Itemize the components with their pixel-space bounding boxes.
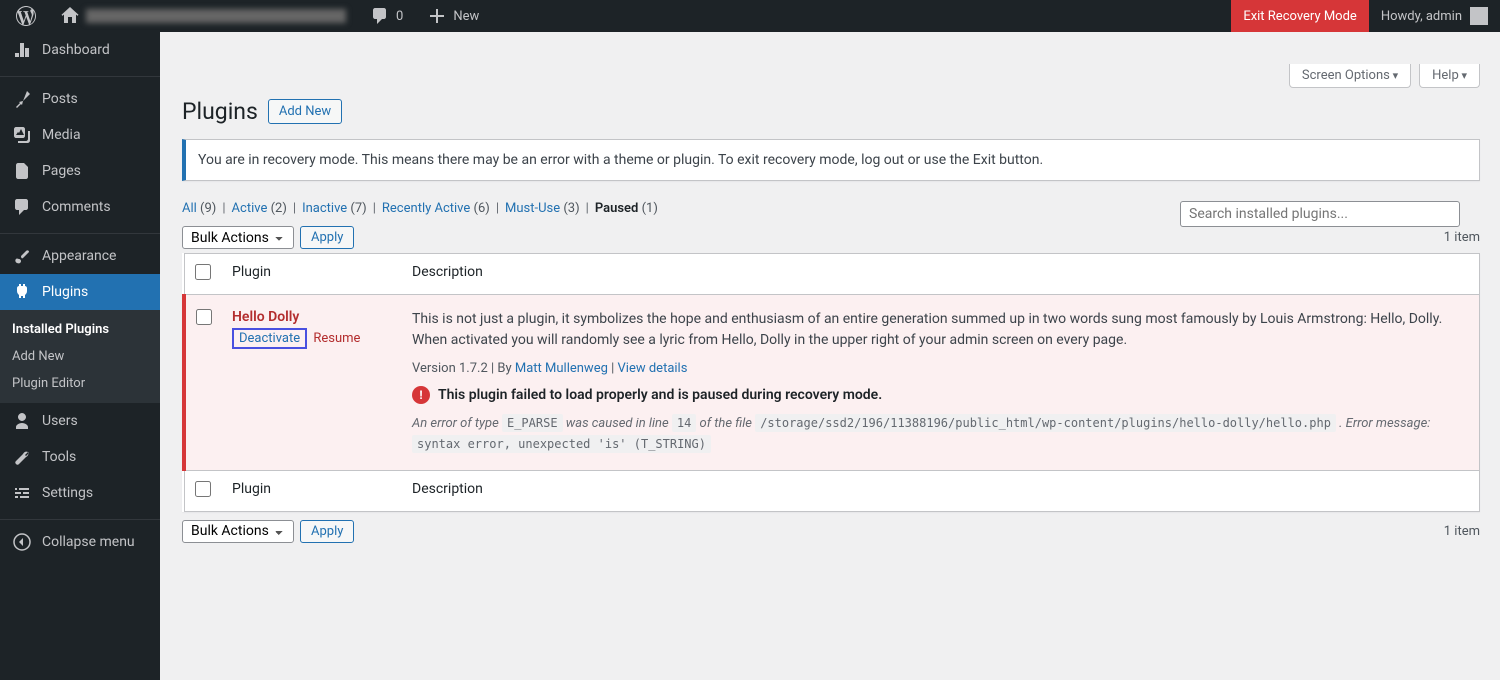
author-link[interactable]: Matt Mullenweg [515,361,608,376]
page-icon [12,161,32,181]
menu-appearance[interactable]: Appearance [0,238,160,274]
new-label: New [453,9,479,24]
filter-inactive[interactable]: Inactive [302,201,347,216]
menu-media[interactable]: Media [0,117,160,153]
wrench-icon [12,447,32,467]
page-title: Plugins [182,98,258,125]
home-icon [60,6,80,26]
menu-pages[interactable]: Pages [0,153,160,189]
select-all-bottom[interactable] [195,481,211,497]
plugin-column-header: Plugin [222,254,402,295]
recovery-notice: You are in recovery mode. This means the… [182,139,1480,181]
add-new-button[interactable]: Add New [268,99,342,124]
plug-icon [12,282,32,302]
plugin-meta: Version 1.7.2 | By Matt Mullenweg | View… [412,361,1469,376]
deactivate-link[interactable]: Deactivate [232,328,307,349]
exit-recovery-button[interactable]: Exit Recovery Mode [1231,0,1369,32]
menu-tools[interactable]: Tools [0,439,160,475]
media-icon [12,125,32,145]
menu-plugins[interactable]: Plugins [0,274,160,310]
admin-topbar: 0 New Exit Recovery Mode Howdy, admin [0,0,1500,32]
collapse-menu[interactable]: Collapse menu [0,524,160,560]
item-count-top: 1 item [1444,230,1480,245]
plugins-table: Plugin Description Hello Dolly Deactivat… [182,253,1480,512]
filter-links: All (9) | Active (2) | Inactive (7) | Re… [182,201,658,216]
collapse-icon [12,532,32,552]
sliders-icon [12,483,32,503]
plugin-name-link[interactable]: Hello Dolly [232,309,299,325]
submenu-installed-plugins[interactable]: Installed Plugins [0,316,160,343]
howdy-label: Howdy, admin [1381,9,1462,24]
error-icon: ! [412,386,430,404]
comments-link[interactable]: 0 [362,0,411,32]
screen-options-button[interactable]: Screen Options [1289,64,1411,88]
new-content[interactable]: New [419,0,487,32]
wordpress-icon [16,6,36,26]
filter-must-use[interactable]: Must-Use [505,201,560,216]
site-name-blurred [86,9,346,23]
comment-icon [370,6,390,26]
table-row: Hello Dolly Deactivate Resume This is no… [184,295,1480,471]
apply-button-top[interactable]: Apply [300,226,354,249]
menu-users[interactable]: Users [0,403,160,439]
account-menu[interactable]: Howdy, admin [1369,7,1500,25]
admin-sidebar: Dashboard Posts Media Pages Comments App… [0,32,160,680]
description-column-header: Description [402,254,1480,295]
help-button[interactable]: Help [1419,64,1480,88]
pin-icon [12,89,32,109]
filter-recently-active[interactable]: Recently Active [382,201,470,216]
submenu-plugin-editor[interactable]: Plugin Editor [0,370,160,397]
main-content: Screen Options Help Plugins Add New You … [160,64,1500,543]
filter-paused[interactable]: Paused [595,201,639,216]
plugin-description: This is not just a plugin, it symbolizes… [412,309,1469,351]
filter-active[interactable]: Active [232,201,268,216]
plugin-column-footer: Plugin [222,470,402,511]
search-input[interactable] [1180,201,1460,227]
view-details-link[interactable]: View details [618,361,688,376]
select-all-top[interactable] [195,264,211,280]
menu-comments[interactable]: Comments [0,189,160,225]
plus-icon [427,6,447,26]
user-icon [12,411,32,431]
row-checkbox[interactable] [196,309,212,325]
bulk-actions-select-bottom[interactable]: Bulk Actions [182,520,294,543]
wp-logo[interactable] [8,0,44,32]
avatar [1470,7,1488,25]
resume-link[interactable]: Resume [313,331,360,346]
bulk-actions-select[interactable]: Bulk Actions [182,226,294,249]
site-home[interactable] [52,0,354,32]
submenu-add-new[interactable]: Add New [0,343,160,370]
brush-icon [12,246,32,266]
menu-dashboard[interactable]: Dashboard [0,32,160,68]
plugins-submenu: Installed Plugins Add New Plugin Editor [0,310,160,403]
description-column-footer: Description [402,470,1480,511]
error-message: This plugin failed to load properly and … [438,387,882,403]
error-detail: An error of type E_PARSE was caused in l… [412,414,1469,456]
menu-posts[interactable]: Posts [0,81,160,117]
comment-icon [12,197,32,217]
menu-settings[interactable]: Settings [0,475,160,511]
filter-all[interactable]: All [182,201,197,216]
item-count-bottom: 1 item [1444,524,1480,539]
apply-button-bottom[interactable]: Apply [300,520,354,543]
comment-count: 0 [396,9,403,24]
dashboard-icon [12,40,32,60]
